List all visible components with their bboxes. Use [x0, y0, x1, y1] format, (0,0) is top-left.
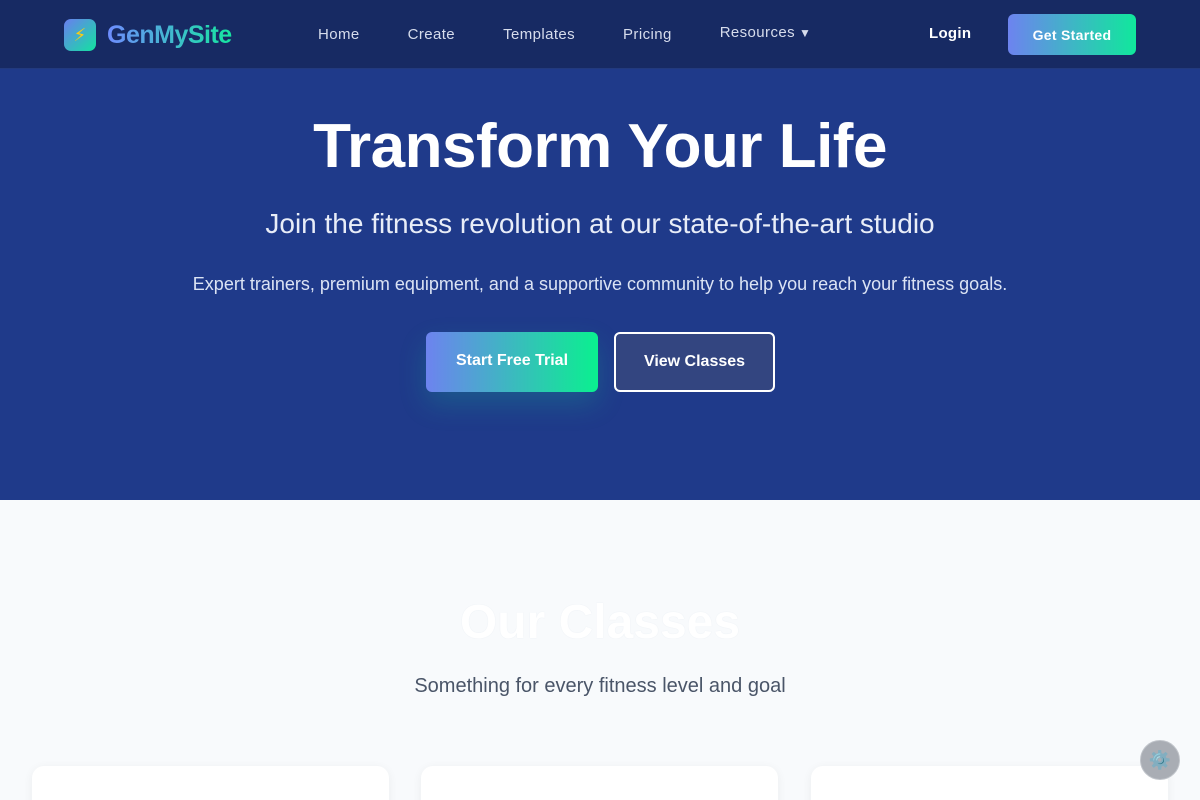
- nav-link-home[interactable]: Home: [318, 26, 360, 43]
- get-started-button[interactable]: Get Started: [1008, 14, 1136, 55]
- hero-subtitle: Join the fitness revolution at our state…: [265, 208, 935, 239]
- class-card: [421, 766, 778, 800]
- login-link[interactable]: Login: [929, 25, 971, 42]
- hero-description: Expert trainers, premium equipment, and …: [192, 274, 1008, 294]
- hero-title: Transform Your Life: [313, 112, 887, 181]
- nav-dropdown-resources[interactable]: Resources ▼: [720, 24, 812, 41]
- brand-logo-link[interactable]: ⚡ GenMySite: [64, 19, 232, 51]
- chevron-down-icon: ▼: [798, 26, 812, 40]
- start-free-trial-button[interactable]: Start Free Trial: [426, 332, 598, 392]
- classes-subtitle: Something for every fitness level and go…: [414, 675, 786, 697]
- classes-title: Our Classes: [459, 596, 741, 649]
- brand-name: GenMySite: [107, 20, 232, 49]
- nav-link-pricing[interactable]: Pricing: [623, 26, 672, 43]
- settings-gear-button[interactable]: ⚙️: [1140, 740, 1180, 780]
- hero-section: Transform Your Life Join the fitness rev…: [0, 69, 1200, 500]
- resources-label: Resources: [719, 24, 795, 41]
- top-navbar: ⚡ GenMySite Home Create Templates Pricin…: [0, 0, 1200, 69]
- class-card: [811, 766, 1168, 800]
- class-card: [32, 766, 389, 800]
- nav-link-templates[interactable]: Templates: [503, 26, 575, 43]
- gear-icon: ⚙️: [1148, 749, 1172, 770]
- lightning-bolt-icon: ⚡: [64, 19, 96, 51]
- view-classes-button[interactable]: View Classes: [614, 332, 775, 392]
- nav-link-create[interactable]: Create: [408, 26, 455, 43]
- main-nav: Home Create Templates Pricing Resources ▼: [318, 0, 859, 69]
